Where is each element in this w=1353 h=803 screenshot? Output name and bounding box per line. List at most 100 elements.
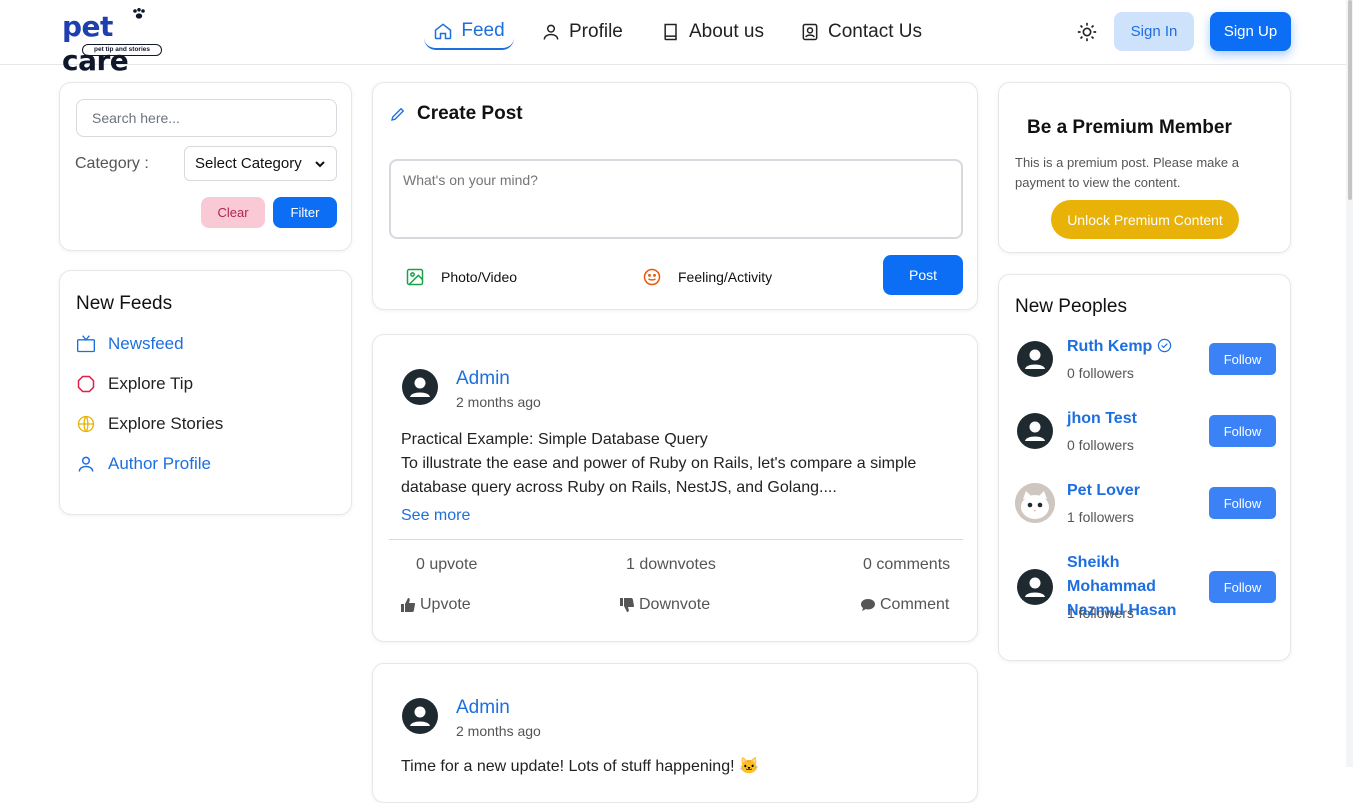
post-button[interactable]: Post bbox=[883, 255, 963, 295]
thumbs-down-icon bbox=[620, 597, 635, 612]
person-name[interactable]: Pet Lover bbox=[1067, 479, 1140, 503]
sidebar-item-label: Explore Tip bbox=[108, 374, 194, 393]
pet-care-logo[interactable]: pet care pet tip and stories bbox=[62, 8, 182, 77]
chevron-down-icon bbox=[315, 160, 325, 167]
category-label: Category : bbox=[75, 155, 149, 172]
person-name[interactable]: Ruth Kemp bbox=[1067, 335, 1172, 359]
person-name[interactable]: jhon Test bbox=[1067, 407, 1137, 431]
photo-video-label: Photo/Video bbox=[441, 269, 518, 285]
nav-about-label: About us bbox=[689, 21, 764, 42]
post-line-2: To illustrate the ease and power of Ruby… bbox=[401, 455, 917, 496]
downvote-button[interactable]: Downvote bbox=[619, 596, 710, 614]
default-avatar-icon bbox=[1025, 577, 1045, 597]
person-followers: 1 followers bbox=[1067, 509, 1134, 525]
category-select[interactable]: Select Category bbox=[184, 146, 337, 181]
sidebar-item-explore-tip[interactable]: Explore Tip bbox=[76, 374, 193, 394]
nav-about[interactable]: About us bbox=[661, 14, 764, 50]
premium-card: Be a Premium Member This is a premium po… bbox=[998, 82, 1291, 253]
avatar[interactable] bbox=[402, 698, 438, 734]
clear-button[interactable]: Clear bbox=[201, 197, 265, 228]
create-post-title: Create Post bbox=[417, 103, 523, 124]
downvote-count: 1 downvotes bbox=[626, 556, 716, 573]
default-avatar-icon bbox=[410, 706, 430, 726]
scrollbar-thumb[interactable] bbox=[1348, 0, 1352, 200]
person-followers: 1 followers bbox=[1067, 605, 1134, 621]
follow-button[interactable]: Follow bbox=[1209, 343, 1276, 375]
nav-feed[interactable]: Feed bbox=[424, 14, 514, 50]
post-line-1: Practical Example: Simple Database Query bbox=[401, 431, 708, 448]
feeling-activity-button[interactable]: Feeling/Activity bbox=[642, 267, 772, 287]
person-item: Sheikh Mohammad Nazmul Hasan 1 followers… bbox=[1015, 551, 1276, 625]
comment-button[interactable]: Comment bbox=[860, 596, 949, 614]
sidebar-item-newsfeed[interactable]: Newsfeed bbox=[76, 334, 184, 354]
unlock-premium-button[interactable]: Unlock Premium Content bbox=[1051, 200, 1239, 239]
user-icon bbox=[543, 24, 559, 40]
upvote-count: 0 upvote bbox=[416, 556, 478, 573]
sign-up-button[interactable]: Sign Up bbox=[1210, 12, 1291, 51]
sign-in-button[interactable]: Sign In bbox=[1114, 12, 1194, 51]
see-more-link[interactable]: See more bbox=[401, 507, 470, 525]
user-icon bbox=[78, 456, 94, 472]
upvote-button[interactable]: Upvote bbox=[400, 596, 471, 614]
nav-contact[interactable]: Contact Us bbox=[800, 14, 922, 50]
new-feeds-card: New Feeds Newsfeed Explore Tip Explore S… bbox=[59, 270, 352, 515]
filter-button[interactable]: Filter bbox=[273, 197, 337, 228]
downvote-label: Downvote bbox=[639, 596, 711, 613]
avatar[interactable] bbox=[1017, 341, 1053, 377]
cat-avatar[interactable] bbox=[1015, 483, 1055, 523]
post-author[interactable]: Admin bbox=[456, 368, 510, 390]
person-followers: 0 followers bbox=[1067, 365, 1134, 381]
avatar[interactable] bbox=[1017, 569, 1053, 605]
avatar[interactable] bbox=[402, 369, 438, 405]
create-post-card: Create Post Photo/Video Feeling/Activity… bbox=[372, 82, 978, 310]
sidebar-item-author-profile[interactable]: Author Profile bbox=[76, 454, 211, 474]
nav-contact-label: Contact Us bbox=[828, 21, 922, 42]
follow-button[interactable]: Follow bbox=[1209, 415, 1276, 447]
sidebar-item-explore-stories[interactable]: Explore Stories bbox=[76, 414, 223, 434]
post-body: Practical Example: Simple Database Query… bbox=[401, 428, 941, 500]
premium-text: This is a premium post. Please make a pa… bbox=[1015, 155, 1239, 190]
follow-button[interactable]: Follow bbox=[1209, 487, 1276, 519]
filter-card: Category : Select Category Clear Filter bbox=[59, 82, 352, 251]
home-icon bbox=[435, 23, 452, 40]
premium-title: Be a Premium Member bbox=[1027, 117, 1232, 138]
theme-toggle-sun-icon[interactable] bbox=[1076, 21, 1098, 43]
tip-icon bbox=[77, 375, 95, 393]
post-textarea[interactable] bbox=[389, 159, 963, 239]
avatar[interactable] bbox=[1017, 413, 1053, 449]
post-card: Admin 2 months ago Practical Example: Si… bbox=[372, 334, 978, 642]
smile-icon bbox=[643, 268, 661, 286]
tv-icon bbox=[77, 335, 95, 353]
thumbs-up-icon bbox=[401, 598, 416, 613]
comment-count: 0 comments bbox=[863, 556, 951, 573]
divider bbox=[389, 539, 963, 540]
default-avatar-icon bbox=[1025, 349, 1045, 369]
new-peoples-title: New Peoples bbox=[1015, 296, 1127, 317]
person-item: jhon Test 0 followers Follow bbox=[1015, 407, 1276, 457]
search-input[interactable] bbox=[76, 99, 337, 137]
post-time: 2 months ago bbox=[456, 394, 541, 410]
globe-icon bbox=[77, 415, 95, 433]
post-card: Admin 2 months ago Time for a new update… bbox=[372, 663, 978, 803]
comment-label: Comment bbox=[880, 596, 950, 613]
person-item: Ruth Kemp 0 followers Follow bbox=[1015, 335, 1276, 385]
category-select-value: Select Category bbox=[195, 155, 302, 172]
contact-icon bbox=[802, 23, 818, 41]
navbar: pet care pet tip and stories Feed Profil… bbox=[0, 0, 1353, 77]
follow-button[interactable]: Follow bbox=[1209, 571, 1276, 603]
default-avatar-icon bbox=[410, 377, 430, 397]
feeling-activity-label: Feeling/Activity bbox=[678, 269, 773, 285]
sidebar-item-label: Explore Stories bbox=[108, 414, 224, 433]
comment-icon bbox=[861, 599, 875, 611]
post-time: 2 months ago bbox=[456, 723, 541, 739]
nav-feed-label: Feed bbox=[461, 20, 505, 41]
nav-profile[interactable]: Profile bbox=[541, 14, 623, 50]
photo-video-button[interactable]: Photo/Video bbox=[405, 267, 517, 287]
book-icon bbox=[664, 23, 677, 41]
post-author[interactable]: Admin bbox=[456, 697, 510, 719]
nav-profile-label: Profile bbox=[569, 21, 623, 42]
verified-icon bbox=[1157, 338, 1171, 353]
default-avatar-icon bbox=[1025, 421, 1045, 441]
new-peoples-card: New Peoples Ruth Kemp 0 followers Follow… bbox=[998, 274, 1291, 661]
logo-pet: pet bbox=[62, 10, 113, 43]
